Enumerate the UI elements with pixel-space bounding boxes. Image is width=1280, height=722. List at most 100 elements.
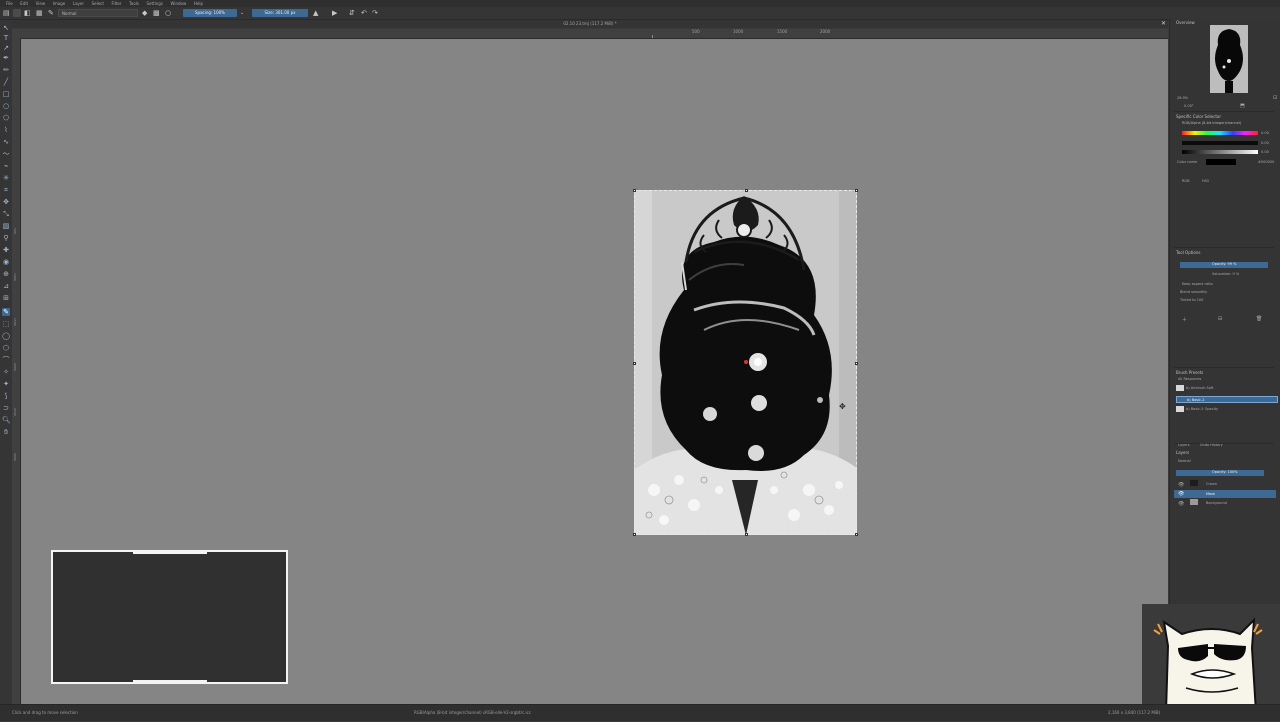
pan-tool-icon[interactable]: ✋︎ bbox=[2, 428, 10, 436]
fill-tool-icon[interactable]: ◉ bbox=[2, 258, 10, 266]
layer-row-background[interactable]: Background bbox=[1206, 501, 1227, 505]
menu-help[interactable]: Help bbox=[194, 0, 203, 7]
freehand-select-tool-icon[interactable]: ⌒ bbox=[2, 356, 10, 364]
text-tool-icon[interactable]: T bbox=[2, 34, 10, 42]
layer-opacity-slider[interactable]: Opacity: 100% bbox=[1176, 470, 1264, 476]
bezier-tool-icon[interactable]: ∿ bbox=[2, 138, 10, 146]
dynamic-brush-tool-icon[interactable]: ⌁ bbox=[2, 162, 10, 170]
color-profile-select[interactable]: RGB/Alpha (8-bit integer/channel) bbox=[1182, 121, 1241, 125]
brush-filter-select[interactable]: All Resources bbox=[1178, 377, 1201, 381]
menu-image[interactable]: Image bbox=[53, 0, 66, 7]
eye-icon[interactable]: 👁︎ bbox=[1178, 501, 1184, 507]
saturation-value[interactable]: 0.00 bbox=[1261, 141, 1269, 145]
tab-layers[interactable]: Layers bbox=[1178, 443, 1190, 447]
rectangle-tool-icon[interactable]: □ bbox=[2, 90, 10, 98]
selection-frame[interactable] bbox=[633, 189, 858, 536]
rect-select-tool-icon[interactable]: ⬚ bbox=[2, 320, 10, 328]
hue-slider[interactable] bbox=[1182, 131, 1258, 135]
polygon-select-tool-icon[interactable]: ⬡ bbox=[2, 344, 10, 352]
brush-preset-button[interactable] bbox=[13, 9, 21, 17]
close-icon[interactable]: ✕ bbox=[1161, 20, 1166, 28]
menu-select[interactable]: Select bbox=[92, 0, 104, 7]
eye-icon[interactable]: 👁︎ bbox=[1178, 491, 1184, 497]
transform-handle[interactable] bbox=[855, 362, 858, 365]
menu-view[interactable]: View bbox=[36, 0, 46, 7]
color-model-rgb[interactable]: RGB bbox=[1182, 179, 1190, 183]
redo-icon[interactable]: ↷ bbox=[372, 9, 378, 17]
calligraphy-tool-icon[interactable]: ✒ bbox=[2, 54, 10, 62]
mirror-view-icon[interactable]: ⬒ bbox=[1240, 103, 1245, 109]
preset-item[interactable]: b) Airbrush Soft bbox=[1186, 386, 1213, 390]
status-color-profile[interactable]: RGB/Alpha (8-bit integer/channel) sRGB-e… bbox=[414, 710, 531, 715]
move-tool-icon[interactable]: ✥ bbox=[2, 198, 10, 206]
preset-item-selected[interactable]: b) Basic-2 bbox=[1176, 396, 1278, 403]
color-hex-field[interactable]: #000000 bbox=[1258, 160, 1274, 164]
polygon-tool-icon[interactable]: ⬠ bbox=[2, 114, 10, 122]
edit-brush-icon[interactable]: ✎ bbox=[48, 9, 54, 17]
overview-thumbnail[interactable] bbox=[1210, 25, 1248, 93]
ellipse-select-tool-icon[interactable]: ◯ bbox=[2, 332, 10, 340]
color-picker-tool-icon[interactable]: ⚲ bbox=[2, 234, 10, 242]
transform-icon[interactable]: ⇵ bbox=[349, 9, 355, 17]
menu-edit[interactable]: Edit bbox=[20, 0, 28, 7]
multibrush-tool-icon[interactable]: ✳ bbox=[2, 174, 10, 182]
bezier-select-tool-icon[interactable]: ⟆ bbox=[2, 392, 10, 400]
pressure-icon[interactable]: ○ bbox=[165, 9, 171, 17]
hue-value[interactable]: 0.00 bbox=[1261, 131, 1269, 135]
mix-mode-select[interactable]: Tinted to 100 bbox=[1180, 298, 1203, 302]
spacing-chevron-icon[interactable]: ⌄ bbox=[240, 9, 244, 17]
reference-tool-icon[interactable]: ⊞ bbox=[2, 294, 10, 302]
layout-icon[interactable]: ⊟ bbox=[1218, 316, 1222, 322]
delete-icon[interactable]: 🗑︎ bbox=[1256, 316, 1262, 322]
select-shape-tool-icon[interactable]: ↖ bbox=[2, 24, 10, 32]
menu-tools[interactable]: Tools bbox=[129, 0, 139, 7]
similar-select-tool-icon[interactable]: ✦ bbox=[2, 380, 10, 388]
freehand-path-tool-icon[interactable]: 〜 bbox=[2, 150, 10, 158]
smart-patch-tool-icon[interactable]: ✚ bbox=[2, 246, 10, 254]
color-model-hsv[interactable]: HSV bbox=[1202, 179, 1209, 183]
magnetic-select-tool-icon[interactable]: ⊃ bbox=[2, 404, 10, 412]
measure-tool-icon[interactable]: ⊿ bbox=[2, 282, 10, 290]
transform-selection-tool-icon[interactable]: ✎ bbox=[2, 308, 10, 316]
transform-handle[interactable] bbox=[745, 189, 748, 192]
eraser-icon[interactable]: ◆ bbox=[142, 9, 147, 17]
transform-handle[interactable] bbox=[633, 533, 636, 536]
preserve-alpha-icon[interactable]: ▩ bbox=[153, 9, 160, 17]
layer-row-crown[interactable]: Crown bbox=[1206, 482, 1217, 486]
saturation-slider[interactable] bbox=[1182, 141, 1258, 145]
play-icon[interactable]: ▶ bbox=[332, 9, 337, 17]
gradient-icon[interactable]: ◧ bbox=[24, 9, 31, 17]
saturation-label[interactable]: Saturation: 0 % bbox=[1212, 272, 1239, 276]
menu-window[interactable]: Window bbox=[171, 0, 187, 7]
preset-item[interactable]: b) Basic-5 Opacity bbox=[1186, 407, 1218, 411]
gradient-tool-icon[interactable]: ▨ bbox=[2, 222, 10, 230]
color-swatch[interactable] bbox=[1206, 159, 1236, 165]
edit-shapes-tool-icon[interactable]: ↗ bbox=[2, 44, 10, 52]
mirror-icon[interactable]: ▲ bbox=[313, 9, 318, 17]
add-icon[interactable]: ＋ bbox=[1182, 316, 1187, 323]
tab-undo-history[interactable]: Undo History bbox=[1200, 443, 1223, 447]
layer-row-selected[interactable]: 👁︎ Mask bbox=[1174, 490, 1276, 498]
contiguous-select-tool-icon[interactable]: ✧ bbox=[2, 368, 10, 376]
polyline-tool-icon[interactable]: ⌇ bbox=[2, 126, 10, 134]
transform-handle[interactable] bbox=[745, 533, 748, 536]
value-slider[interactable] bbox=[1182, 150, 1258, 154]
new-document-icon[interactable]: ▤ bbox=[3, 9, 10, 17]
ellipse-tool-icon[interactable]: ○ bbox=[2, 102, 10, 110]
transform-tool-icon[interactable]: ⤡ bbox=[2, 210, 10, 218]
layer-blend-select[interactable]: Normal bbox=[1178, 459, 1191, 463]
brush-tool-icon[interactable]: ✏ bbox=[2, 66, 10, 74]
menu-layer[interactable]: Layer bbox=[73, 0, 84, 7]
opacity-slider[interactable]: Opacity: 99 % bbox=[1180, 262, 1268, 268]
transform-handle[interactable] bbox=[855, 533, 858, 536]
undo-icon[interactable]: ↶ bbox=[361, 9, 367, 17]
spacing-slider[interactable]: Spacing: 100% bbox=[183, 9, 237, 17]
menu-filter[interactable]: Filter bbox=[112, 0, 122, 7]
keep-aspect-checkbox[interactable]: Keep aspect ratio bbox=[1182, 282, 1213, 286]
pattern-icon[interactable]: ▦ bbox=[36, 9, 43, 17]
line-tool-icon[interactable]: ╱ bbox=[2, 78, 10, 86]
zoom-value[interactable]: 26.9% bbox=[1177, 96, 1188, 100]
transform-handle[interactable] bbox=[855, 189, 858, 192]
rotation-value[interactable]: 0.00° bbox=[1184, 104, 1194, 108]
zoom-tool-icon[interactable]: 🔍︎ bbox=[2, 416, 11, 424]
